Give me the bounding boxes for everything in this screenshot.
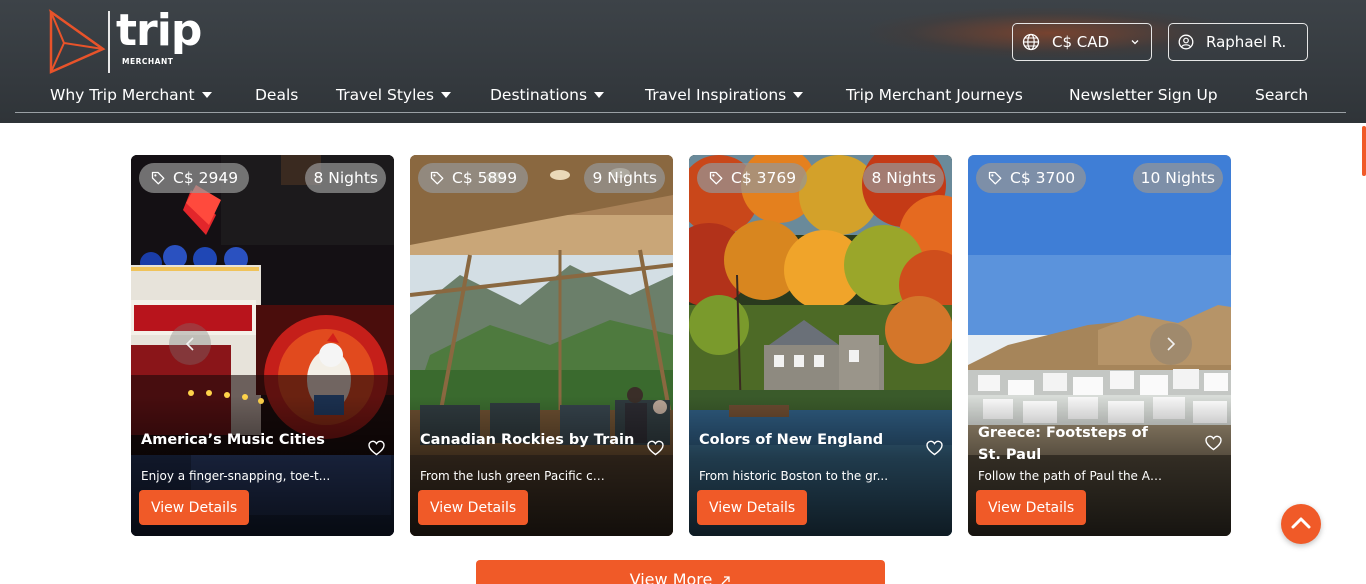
caret-down-icon — [594, 92, 605, 98]
price-label: C$ 5899 — [452, 169, 518, 187]
user-account-button[interactable]: Raphael R. — [1168, 23, 1308, 61]
card-description: From historic Boston to the gr... — [699, 469, 889, 483]
back-to-top-button[interactable] — [1281, 504, 1321, 544]
nav-travel-styles[interactable]: Travel Styles — [336, 86, 452, 104]
globe-icon — [1022, 33, 1040, 51]
logo-divider — [108, 11, 110, 73]
nav-item-label: Why Trip Merchant — [50, 86, 195, 104]
view-details-button[interactable]: View Details — [139, 490, 250, 525]
site-header: trip MERCHANT C$ CAD Raphael R. Why Trip… — [0, 0, 1366, 123]
nav-travel-inspirations[interactable]: Travel Inspirations — [645, 86, 804, 104]
nights-badge: 10 Nights — [1132, 163, 1223, 193]
logo-wordmark: trip — [116, 5, 202, 56]
card-description: Follow the path of Paul the Ap... — [978, 469, 1168, 483]
nav-item-label: Search — [1255, 86, 1309, 104]
heart-icon[interactable] — [647, 440, 664, 456]
view-details-button[interactable]: View Details — [976, 490, 1087, 525]
price-badge: C$ 3769 — [697, 163, 808, 193]
user-icon — [1178, 34, 1194, 50]
nav-item-label: Newsletter Sign Up — [1069, 86, 1218, 104]
external-link-icon — [721, 576, 731, 584]
carousel-prev-button[interactable] — [169, 323, 211, 365]
caret-down-icon — [793, 92, 804, 98]
price-label: C$ 3769 — [731, 169, 797, 187]
caret-down-icon — [441, 92, 452, 98]
nav-item-label: Trip Merchant Journeys — [846, 86, 1023, 104]
trip-merchant-logo[interactable]: trip MERCHANT — [48, 5, 208, 75]
card-title: Canadian Rockies by Train — [420, 432, 635, 448]
nav-divider — [15, 112, 1346, 113]
carousel-next-button[interactable] — [1150, 323, 1192, 365]
nav-item-label: Travel Inspirations — [645, 86, 787, 104]
view-more-button[interactable]: View More — [476, 560, 885, 584]
nav-newsletter-sign-up[interactable]: Newsletter Sign Up — [1069, 86, 1218, 104]
nights-badge: 8 Nights — [863, 163, 944, 193]
price-badge: C$ 5899 — [418, 163, 529, 193]
heart-icon[interactable] — [1205, 435, 1222, 451]
caret-down-icon — [201, 92, 212, 98]
user-name: Raphael R. — [1206, 33, 1287, 51]
tag-icon — [988, 171, 1002, 185]
nav-why-trip-merchant[interactable]: Why Trip Merchant — [50, 86, 213, 104]
nav-deals[interactable]: Deals — [255, 86, 298, 104]
price-label: C$ 3700 — [1010, 169, 1076, 187]
logo-play-icon — [48, 9, 106, 74]
card-description: Enjoy a finger-snapping, toe-t... — [141, 469, 331, 483]
view-details-button[interactable]: View Details — [418, 490, 529, 525]
heart-icon[interactable] — [368, 440, 385, 456]
nights-badge: 8 Nights — [305, 163, 386, 193]
view-more-label: View More — [629, 570, 713, 584]
nav-trip-merchant-journeys[interactable]: Trip Merchant Journeys — [846, 86, 1023, 104]
tour-card[interactable]: C$ 3769 8 Nights Colors of New England F… — [689, 155, 952, 536]
card-title: Greece: Footsteps of St. Paul — [978, 425, 1148, 463]
tag-icon — [430, 171, 444, 185]
logo-subtext: MERCHANT — [122, 57, 174, 66]
nights-badge: 9 Nights — [584, 163, 665, 193]
price-badge: C$ 2949 — [139, 163, 250, 193]
chevron-left-icon — [185, 337, 194, 351]
tour-card[interactable]: C$ 5899 9 Nights Canadian Rockies by Tra… — [410, 155, 673, 536]
currency-select[interactable]: C$ CAD — [1012, 23, 1152, 61]
card-title: America’s Music Cities — [141, 432, 325, 448]
card-description: From the lush green Pacific co... — [420, 469, 610, 483]
card-title: Colors of New England — [699, 432, 884, 448]
price-badge: C$ 3700 — [976, 163, 1087, 193]
heart-icon[interactable] — [926, 440, 943, 456]
nav-item-label: Travel Styles — [336, 86, 435, 104]
nav-destinations[interactable]: Destinations — [490, 86, 605, 104]
currency-value: C$ CAD — [1052, 33, 1110, 51]
chevron-down-icon — [1131, 40, 1139, 45]
chevron-right-icon — [1167, 337, 1176, 351]
nav-item-label: Destinations — [490, 86, 588, 104]
arrow-up-icon — [1291, 517, 1311, 529]
view-details-button[interactable]: View Details — [697, 490, 808, 525]
page-scrollbar[interactable] — [1362, 126, 1366, 176]
main-nav: Why Trip Merchant Deals Travel Styles De… — [0, 80, 1366, 110]
nav-search[interactable]: Search — [1255, 86, 1308, 104]
price-label: C$ 2949 — [173, 169, 239, 187]
tag-icon — [709, 171, 723, 185]
tag-icon — [151, 171, 165, 185]
nav-item-label: Deals — [255, 86, 299, 104]
